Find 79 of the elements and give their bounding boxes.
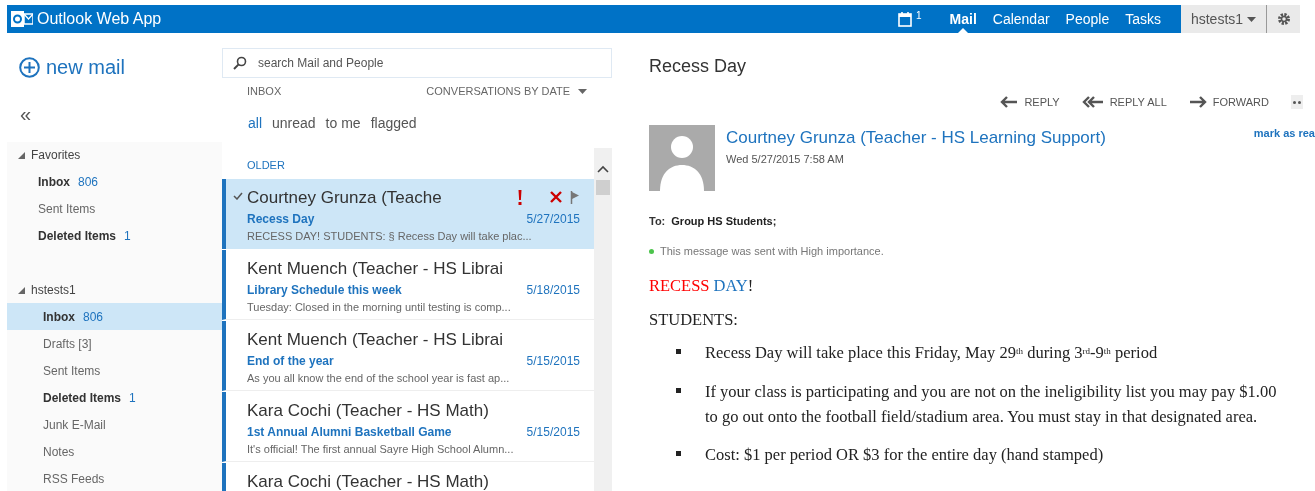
message-item[interactable]: Kent Muench (Teacher - HS Librai End of the year 5/15/2015 As you all know the end of the school year is fast ap... [222,320,594,391]
folder-item[interactable]: Deleted Items 1 [7,384,222,411]
message-subject: Library Schedule this week [247,282,402,299]
calendar-reminder-button[interactable]: 1 [898,11,922,27]
folder-name: Sent Items [38,200,96,218]
folder-item[interactable]: Deleted Items 1 [7,222,222,249]
message-subject: End of the year [247,353,334,370]
folder-item[interactable]: Sent Items [7,357,222,384]
message-date: 5/15/2015 [526,353,580,370]
collapse-button[interactable]: « [20,104,32,124]
folder-item[interactable]: Notes [7,438,222,465]
message-action-button[interactable]: FORWARD [1188,94,1269,111]
sender-name: Kent Muench (Teacher - HS Librai [247,257,504,280]
folder-name: Inbox [38,173,70,191]
unread-count: 1 [124,227,131,245]
message-preview: Tuesday: Closed in the morning until testing is comp... [247,300,512,315]
bullet-text: Recess Day will take place this Friday, May 29$^{th}$ during 3$^{rd}$-9$^{th}$ period [705,342,1158,364]
filter-tab[interactable]: flagged [370,112,417,134]
mark-as-read-link[interactable]: mark as rea [1253,124,1315,141]
sender-name: Kent Muench (Teacher - HS Librai [247,328,504,351]
folder-name: Notes [43,443,75,461]
nav-tab[interactable]: Tasks [1117,5,1169,33]
message-preview: As you all know the end of the school year is fast ap... [247,371,511,386]
nav-tab[interactable]: Mail [941,5,985,33]
message-subject: Recess Day [247,211,315,228]
bullet-text: If your class is participating and you are not on the ineligibility list you may pay $1.00 to go out onto the football field/stadium area. You must stay in that designated area. [705,380,1278,428]
bullet-text: Cost: $1 per period OR $3 for the entire day (hand stamped) [705,444,1104,467]
message-item[interactable]: Kara Cochi (Teacher - HS Math) 1st Annual Alumni Basketball Game 5/15/2015 It's official! The first annual Sayre High School Alumn... [222,391,594,462]
message-date: 5/15/2015 [526,424,580,441]
group-heading: OLDER [246,157,286,173]
folder-group-toggle[interactable]: Favorites [7,142,81,168]
folder-item[interactable]: Junk E-Mail [7,411,222,438]
sender-name: Courtney Grunza (Teache [247,186,442,209]
message-item[interactable]: Kent Muench (Teacher - HS Librai Library Schedule this week 5/18/2015 Tuesday: Closed in the morning until testing is comp... [222,249,594,320]
unread-count: 1 [129,389,136,407]
filter-tab[interactable]: to me [325,112,361,134]
filter-tab[interactable]: unread [272,112,316,134]
folder-name: Deleted Items [43,389,122,407]
unread-count: 806 [78,173,99,191]
message-date: 5/18/2015 [526,282,580,299]
folder-item[interactable]: Sent Items [7,195,222,222]
user-menu-button[interactable]: hstests1 [1181,5,1267,33]
unread-count: 806 [83,308,104,326]
folder-name: Deleted Items [38,227,117,245]
folder-group-toggle[interactable]: hstests1 [7,277,76,303]
message-preview: RECESS DAY! STUDENTS: § Recess Day will take plac... [247,229,533,244]
folder-item[interactable]: RSS Feeds [7,465,222,491]
folder-name: RSS Feeds [43,470,105,488]
sender-name: Kara Cochi (Teacher - HS Math) [247,470,489,491]
message-action-button[interactable]: REPLY ALL [1081,94,1167,111]
folder-item[interactable]: Drafts [3] [7,330,222,357]
filter-tab[interactable]: all [248,112,262,134]
folder-name: Sent Items [43,362,101,380]
nav-tab[interactable]: People [1057,5,1118,33]
importance-note: This message was sent with High importance. [660,244,884,259]
message-title: Recess Day [649,55,748,78]
sender-name: Kara Cochi (Teacher - HS Math) [247,399,489,422]
app-title: Outlook Web App [37,9,162,29]
message-date: 5/27/2015 [526,211,580,228]
search-field[interactable]: search Mail and People [222,48,612,78]
folder-item[interactable]: Inbox 806 [7,168,222,195]
body-heading: RECESS DAY! [649,274,755,297]
nav-tab[interactable]: Calendar [984,5,1058,33]
new-mail-button[interactable]: new mail [19,52,125,82]
sort-menu-button[interactable]: CONVERSATIONS BY DATE [426,83,587,100]
folder-name: Inbox [43,308,75,326]
message-item[interactable]: Courtney Grunza (Teache Recess Day 5/27/2015 RECESS DAY! STUDENTS: § Recess Day will take plac... [222,178,594,249]
folder-heading: INBOX [247,84,282,99]
sent-time: Wed 5/27/2015 7:58 AM [726,152,845,167]
body-text: STUDENTS: [649,309,739,332]
message-preview: It's official! The first annual Sayre High School Alumn... [247,442,515,457]
folder-name: Junk E-Mail [43,416,106,434]
folder-item[interactable]: Inbox 806 [7,303,222,330]
message-subject: 1st Annual Alumni Basketball Game [247,424,452,441]
to-label: To: [649,213,666,229]
folder-name: Drafts [3] [43,335,92,353]
sender-link[interactable]: Courtney Grunza (Teacher - HS Learning Support) [726,124,1106,150]
recipient: Group HS Students; [671,213,777,229]
message-action-button[interactable]: REPLY [1000,94,1060,111]
